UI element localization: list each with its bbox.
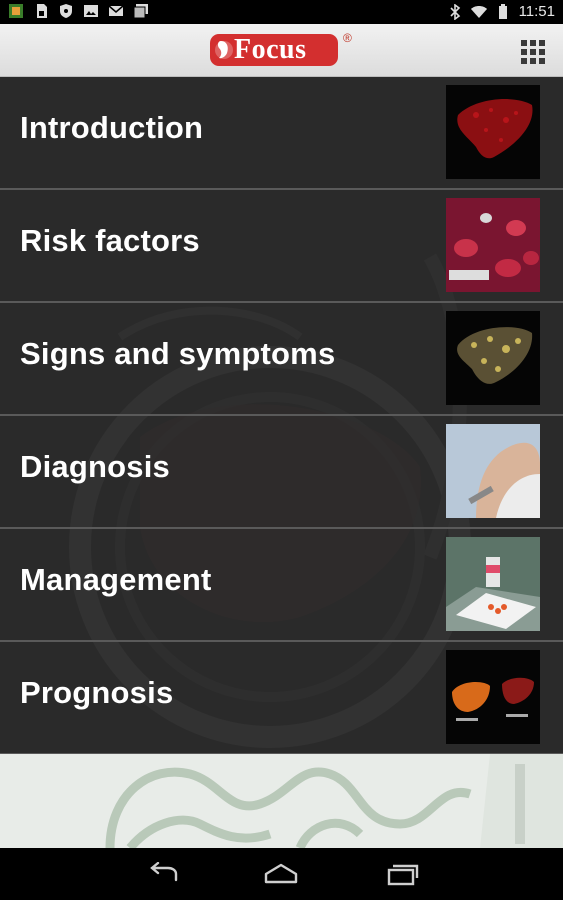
biopsy-thumb: [446, 424, 540, 518]
bluetooth-icon: [449, 3, 460, 20]
shield-icon: [60, 4, 72, 18]
menu-item-risk-factors[interactable]: Risk factors: [0, 190, 563, 303]
menu-item-signs-and-symptoms[interactable]: Signs and symptoms: [0, 303, 563, 416]
menu-item-prognosis[interactable]: Prognosis: [0, 642, 563, 754]
menu-item-introduction[interactable]: Introduction: [0, 77, 563, 190]
system-icons: 11:51: [447, 3, 555, 20]
liver-red-thumb: [446, 85, 540, 179]
liver-comparison-thumb: [446, 650, 540, 744]
blood-cells-thumb: [446, 198, 540, 292]
battery-icon: [498, 3, 507, 19]
menu-item-label: Diagnosis: [20, 449, 170, 484]
menu-item-management[interactable]: Management: [0, 529, 563, 642]
cirrhotic-liver-thumb: [446, 311, 540, 405]
app-icon: [9, 4, 23, 18]
notification-icons: [8, 3, 149, 19]
back-icon[interactable]: [146, 862, 182, 886]
menu-item-label: Risk factors: [20, 223, 200, 258]
topic-list[interactable]: Introduction Risk factors Signs and symp…: [0, 77, 563, 754]
menu-item-label: Signs and symptoms: [20, 336, 336, 371]
gallery-icon: [133, 4, 148, 19]
status-bar: 11:51: [0, 0, 563, 24]
menu-item-diagnosis[interactable]: Diagnosis: [0, 416, 563, 529]
intestine-illustration: [0, 754, 563, 848]
logo-text: Focus: [234, 34, 307, 65]
navigation-bar: [0, 848, 563, 900]
focus-logo[interactable]: Focus: [208, 33, 340, 67]
menu-item-label: Introduction: [20, 110, 204, 145]
menu-item-label: Management: [20, 562, 212, 597]
grid-menu-icon[interactable]: [520, 39, 546, 65]
action-bar: Focus ®: [0, 24, 563, 77]
recent-apps-icon[interactable]: [385, 862, 421, 886]
clock: 11:51: [518, 3, 555, 20]
medication-thumb: [446, 537, 540, 631]
menu-item-label: Prognosis: [20, 675, 174, 710]
image-icon: [84, 5, 98, 17]
sd-card-icon: [37, 4, 47, 18]
home-icon[interactable]: [263, 862, 299, 886]
wifi-icon: [470, 5, 487, 18]
gmail-icon: [108, 5, 124, 16]
registered-mark: ®: [343, 31, 352, 45]
